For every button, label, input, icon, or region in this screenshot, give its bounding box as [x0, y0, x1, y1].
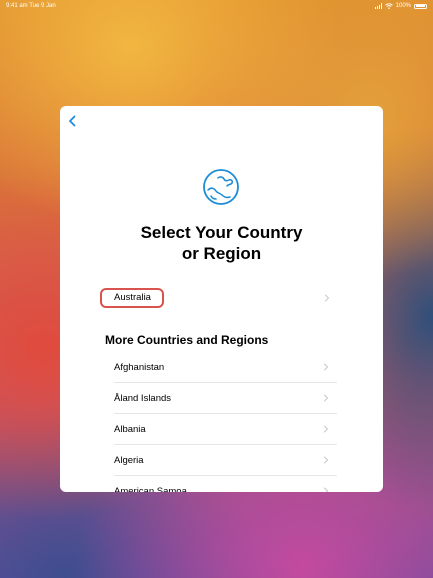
chevron-right-icon [324, 363, 328, 371]
globe-icon [203, 169, 239, 205]
list-item[interactable]: American Samoa [105, 476, 337, 492]
country-label: Australia [114, 292, 151, 303]
signal-icon [374, 3, 382, 9]
country-label: Afghanistan [114, 362, 165, 373]
country-label: Åland Islands [114, 393, 172, 404]
section-header: More Countries and Regions [105, 333, 269, 347]
chevron-right-icon [324, 456, 328, 464]
chevron-right-icon [324, 487, 328, 492]
page-title-line-2: or Region [181, 244, 262, 263]
list-item[interactable]: Afghanistan [105, 352, 337, 383]
chevron-right-icon [325, 294, 329, 302]
chevron-right-icon [324, 425, 328, 433]
country-label: American Samoa [114, 486, 187, 492]
page-title: Select Your Country or Region [60, 222, 383, 264]
status-indicators: 100% [374, 0, 427, 12]
page-title-line-1: Select Your Country [140, 223, 303, 242]
back-chevron-icon[interactable] [66, 114, 80, 128]
country-label: Algeria [114, 455, 144, 466]
country-label: Albania [114, 424, 146, 435]
battery-percent: 100% [395, 3, 411, 9]
country-list[interactable]: Afghanistan Åland Islands Albania Algeri… [105, 352, 337, 492]
battery-icon [414, 3, 427, 9]
screen: 9:41 am Tue 9 Jan 100% Select Your Count… [0, 0, 433, 578]
list-item[interactable]: Algeria [105, 445, 337, 476]
country-row-australia[interactable]: Australia [100, 286, 338, 310]
wifi-icon [384, 3, 393, 9]
list-item[interactable]: Åland Islands [105, 383, 337, 414]
chevron-right-icon [324, 394, 328, 402]
status-bar: 9:41 am Tue 9 Jan 100% [0, 0, 433, 12]
status-time: 9:41 am Tue 9 Jan [6, 3, 56, 9]
setup-card: Select Your Country or Region Australia … [60, 106, 383, 492]
list-item[interactable]: Albania [105, 414, 337, 445]
